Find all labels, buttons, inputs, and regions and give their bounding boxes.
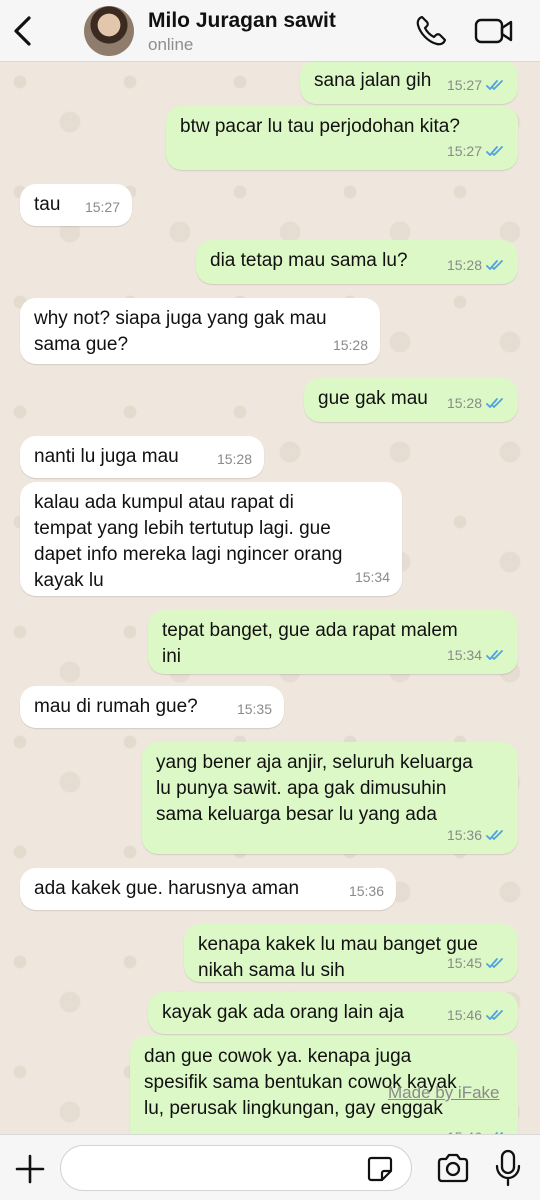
double-check-icon bbox=[486, 1010, 503, 1020]
double-check-icon bbox=[486, 146, 503, 156]
message-time: 15:27 bbox=[84, 199, 120, 215]
incoming-message[interactable]: why not? siapa juga yang gak mau sama gu… bbox=[20, 298, 380, 364]
message-meta: 15:28 bbox=[333, 332, 368, 358]
message-text: ada kakek gue. harusnya aman bbox=[34, 878, 300, 899]
message-text: yang bener aja anjir, seluruh keluarga l… bbox=[156, 752, 473, 825]
watermark: Made by iFake bbox=[388, 1083, 500, 1102]
contact-name[interactable]: Milo Juragan sawit bbox=[148, 9, 336, 33]
contact-status: online bbox=[148, 35, 194, 54]
double-check-icon bbox=[486, 830, 503, 840]
message-time: 15:27 bbox=[446, 143, 482, 159]
message-meta: 15:36 bbox=[447, 822, 506, 848]
message-time: 15:28 bbox=[446, 395, 482, 411]
video-camera-icon[interactable] bbox=[474, 16, 514, 46]
message-input[interactable] bbox=[60, 1145, 412, 1191]
outgoing-message[interactable]: gue gak mau 15:28 bbox=[304, 378, 518, 422]
microphone-icon[interactable] bbox=[494, 1149, 522, 1187]
message-meta: 15:34 bbox=[355, 564, 390, 590]
message-meta: 15:45 bbox=[447, 950, 506, 976]
message-meta: 15:28 bbox=[447, 390, 506, 416]
message-time: 15:27 bbox=[446, 77, 482, 93]
double-check-icon bbox=[486, 80, 503, 90]
message-text: kalau ada kumpul atau rapat di tempat ya… bbox=[34, 492, 343, 591]
message-meta: 15:27 bbox=[447, 72, 506, 98]
message-time: 15:46 bbox=[447, 1124, 482, 1134]
camera-icon[interactable] bbox=[436, 1153, 470, 1183]
incoming-message[interactable]: nanti lu juga mau 15:28 bbox=[20, 436, 264, 478]
message-time: 15:46 bbox=[446, 1007, 482, 1023]
double-check-icon bbox=[486, 260, 503, 270]
double-check-icon bbox=[486, 650, 503, 660]
message-time: 15:28 bbox=[216, 451, 252, 467]
message-meta: 15:28 bbox=[447, 252, 506, 278]
message-meta: 15:36 bbox=[349, 878, 384, 904]
outgoing-message[interactable]: kayak gak ada orang lain aja 15:46 bbox=[148, 992, 518, 1034]
chat-header: Milo Juragan sawit online bbox=[0, 0, 540, 62]
message-meta: 15:46 bbox=[447, 1002, 506, 1028]
outgoing-message[interactable]: btw pacar lu tau perjodohan kita? 15:27 bbox=[166, 106, 518, 170]
composer-bar bbox=[0, 1134, 540, 1200]
chevron-left-icon[interactable] bbox=[10, 14, 36, 48]
message-time: 15:28 bbox=[446, 257, 482, 273]
message-meta: 15:34 bbox=[447, 642, 506, 668]
message-meta: 15:35 bbox=[237, 696, 272, 722]
message-text: btw pacar lu tau perjodohan kita? bbox=[180, 116, 460, 137]
message-time: 15:28 bbox=[332, 337, 368, 353]
message-meta: 15:27 bbox=[447, 138, 506, 164]
message-time: 15:36 bbox=[348, 883, 384, 899]
message-time: 15:35 bbox=[236, 701, 272, 717]
double-check-icon bbox=[486, 398, 503, 408]
incoming-message[interactable]: ada kakek gue. harusnya aman 15:36 bbox=[20, 868, 396, 910]
avatar[interactable] bbox=[84, 6, 134, 56]
incoming-message[interactable]: kalau ada kumpul atau rapat di tempat ya… bbox=[20, 482, 402, 596]
outgoing-message[interactable]: tepat banget, gue ada rapat malem ini 15:… bbox=[148, 610, 518, 674]
outgoing-message[interactable]: yang bener aja anjir, seluruh keluarga l… bbox=[142, 742, 518, 854]
incoming-message[interactable]: mau di rumah gue? 15:35 bbox=[20, 686, 284, 728]
message-meta: 15:27 bbox=[85, 194, 120, 220]
phone-icon[interactable] bbox=[414, 14, 448, 48]
message-text: why not? siapa juga yang gak mau sama gu… bbox=[34, 308, 327, 355]
message-meta: 15:46 bbox=[447, 1124, 506, 1134]
outgoing-message[interactable]: kenapa kakek lu mau banget gue nikah sam… bbox=[184, 924, 518, 982]
message-time: 15:34 bbox=[354, 569, 390, 585]
message-time: 15:34 bbox=[446, 647, 482, 663]
message-time: 15:36 bbox=[446, 827, 482, 843]
double-check-icon bbox=[486, 958, 503, 968]
sticker-icon[interactable] bbox=[366, 1155, 394, 1183]
incoming-message[interactable]: tau 15:27 bbox=[20, 184, 132, 226]
message-text: mau di rumah gue? bbox=[34, 696, 198, 717]
plus-icon[interactable] bbox=[14, 1153, 46, 1185]
message-list[interactable]: sana jalan gih 15:27 btw pacar lu tau perj… bbox=[0, 62, 540, 1134]
outgoing-message[interactable]: dia tetap mau sama lu? 15:28 bbox=[196, 240, 518, 284]
message-time: 15:45 bbox=[446, 955, 482, 971]
outgoing-message[interactable]: sana jalan gih 15:27 bbox=[300, 62, 518, 104]
message-meta: 15:28 bbox=[217, 446, 252, 472]
